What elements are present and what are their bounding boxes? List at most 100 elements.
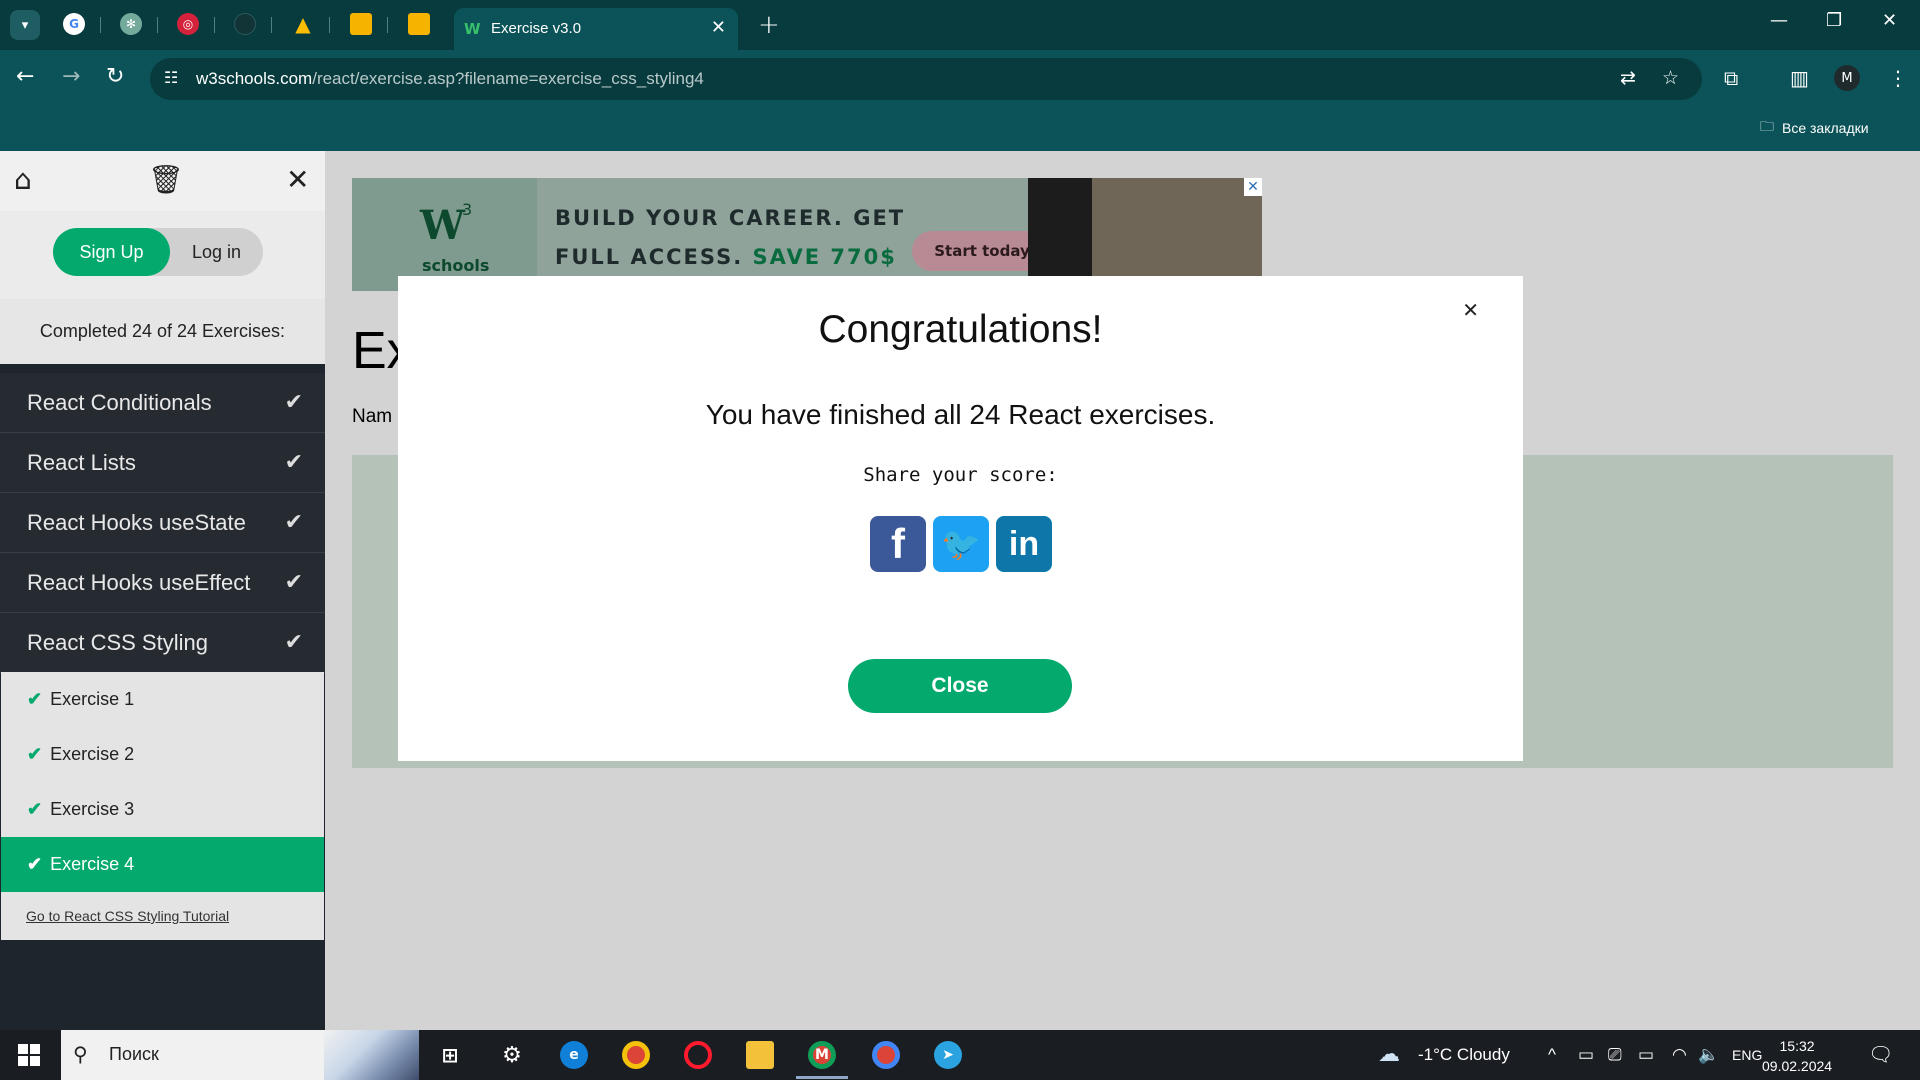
topic-item[interactable]: React Hooks useEffect ✔ (0, 553, 325, 613)
battery-icon[interactable]: ▭ (1638, 1045, 1654, 1065)
topic-item[interactable]: React Conditionals ✔ (0, 373, 325, 433)
tab-separator (271, 17, 272, 33)
tutorial-link[interactable]: Go to React CSS Styling Tutorial (1, 892, 324, 940)
exercise-item-active[interactable]: ✔ Exercise 4 (1, 837, 324, 892)
google-tab-icon[interactable]: G (63, 13, 85, 35)
w3schools-logo-superscript: 3 (462, 200, 473, 219)
minimize-icon[interactable]: — (1770, 10, 1788, 31)
modal-close-button[interactable]: Close (848, 659, 1072, 713)
exercise-label: Exercise 4 (50, 854, 135, 874)
checkmark-icon: ✔ (284, 509, 303, 534)
congratulations-modal: ✕ Congratulations! You have finished all… (398, 276, 1523, 761)
twitter-icon[interactable]: 🐦 (933, 516, 989, 572)
signup-button[interactable]: Sign Up (53, 228, 170, 276)
red-site-tab-icon[interactable]: ◎ (177, 13, 199, 35)
exercise-label: Exercise 1 (50, 689, 135, 709)
site-info-icon[interactable]: ☷ (164, 68, 178, 87)
bookmark-star-icon[interactable]: ☆ (1662, 67, 1679, 89)
clock-date: 09.02.2024 (1762, 1058, 1833, 1074)
wifi-icon[interactable]: ◠ (1672, 1045, 1687, 1065)
side-panel-icon[interactable]: ▥ (1790, 66, 1809, 90)
url-path: /react/exercise.asp?filename=exercise_cs… (312, 69, 704, 88)
exercise-list: ✔ Exercise 1 ✔ Exercise 2 ✔ Exercise 3 ✔ Exe… (1, 672, 324, 940)
kebab-menu-icon[interactable]: ⋮ (1888, 66, 1908, 90)
reload-icon[interactable]: ↻ (106, 64, 124, 89)
google-slides-tab-icon[interactable] (408, 13, 430, 35)
exercise-item[interactable]: ✔ Exercise 1 (1, 672, 324, 727)
tab-separator (214, 17, 215, 33)
github-tab-icon[interactable] (234, 13, 256, 35)
profile-avatar[interactable]: M (1834, 65, 1860, 91)
active-app-indicator (796, 1076, 848, 1079)
exercise-item[interactable]: ✔ Exercise 3 (1, 782, 324, 837)
tab-search-icon[interactable]: ▾ (10, 10, 40, 40)
chatgpt-tab-icon[interactable]: ✻ (120, 13, 142, 35)
translate-icon[interactable]: ⇄ (1620, 67, 1636, 89)
volume-icon[interactable]: 🔈 (1698, 1045, 1719, 1065)
clock[interactable]: 15:32 09.02.2024 (1762, 1036, 1832, 1076)
extensions-icon[interactable]: ⧉ (1724, 66, 1738, 90)
completed-count: Completed 24 of 24 Exercises: (0, 299, 325, 364)
ad-headline-line1: BUILD YOUR CAREER. GET (555, 206, 906, 230)
sidebar-top-bar: ⌂ 🗑 ✕ (0, 151, 325, 211)
weather-text[interactable]: -1°C Cloudy (1418, 1045, 1510, 1065)
windows-start-icon[interactable] (18, 1044, 40, 1066)
chrome-profile-icon[interactable]: M (808, 1041, 836, 1069)
search-placeholder: Поиск (109, 1044, 159, 1064)
ad-banner[interactable]: W 3 schools BUILD YOUR CAREER. GET FULL … (352, 178, 1262, 291)
new-tab-plus-icon[interactable]: + (758, 10, 780, 40)
trash-icon[interactable]: 🗑 (148, 163, 184, 196)
tray-chevron-icon[interactable]: ^ (1548, 1045, 1556, 1065)
meet-now-icon[interactable]: ▭ (1578, 1045, 1594, 1065)
chrome-icon[interactable] (622, 1041, 650, 1069)
facebook-icon[interactable]: f (870, 516, 926, 572)
forward-arrow-icon[interactable]: → (62, 64, 80, 89)
windows-taskbar: ⚲ Поиск ⊞ ⚙ e M ➤ ☁ -1°C Cloudy ^ ▭ ⎚ ▭ … (0, 1030, 1920, 1080)
browser-toolbar: ← → ↻ ☷ w3schools.com/react/exercise.asp… (0, 50, 1920, 158)
home-icon[interactable]: ⌂ (14, 163, 32, 196)
task-view-icon[interactable]: ⊞ (436, 1041, 464, 1069)
weather-cloud-icon[interactable]: ☁ (1378, 1041, 1400, 1067)
search-highlight-image (324, 1030, 419, 1080)
url-text[interactable]: w3schools.com/react/exercise.asp?filenam… (196, 69, 704, 89)
notifications-icon[interactable]: 🗨 (1868, 1042, 1893, 1067)
exercise-name-label: Nam (352, 406, 393, 427)
restore-icon[interactable]: ❐ (1826, 10, 1842, 31)
topic-item[interactable]: React CSS Styling ✔ (0, 613, 325, 673)
login-button[interactable]: Log in (170, 228, 263, 276)
address-bar[interactable]: ☷ w3schools.com/react/exercise.asp?filen… (150, 58, 1702, 100)
linkedin-icon[interactable]: in (996, 516, 1052, 572)
topic-label: React Lists (27, 449, 136, 475)
topic-label: React Conditionals (27, 389, 212, 415)
language-indicator[interactable]: ENG (1732, 1047, 1762, 1063)
window-close-icon[interactable]: ✕ (1882, 10, 1897, 31)
tab-separator (329, 17, 330, 33)
google-slides-tab-icon[interactable] (350, 13, 372, 35)
topic-item[interactable]: React Lists ✔ (0, 433, 325, 493)
close-icon[interactable]: ✕ (286, 163, 309, 196)
file-explorer-icon[interactable] (746, 1041, 774, 1069)
google-drive-tab-icon[interactable]: ▲ (292, 12, 314, 36)
display-icon[interactable]: ⎚ (1608, 1045, 1622, 1065)
ad-logo-area: W 3 schools (352, 178, 537, 291)
opera-icon[interactable] (684, 1041, 712, 1069)
settings-gear-icon[interactable]: ⚙ (498, 1041, 526, 1069)
tab-close-icon[interactable]: ✕ (711, 17, 726, 38)
share-buttons: f 🐦 in (870, 516, 1052, 572)
ad-close-icon[interactable]: ✕ (1244, 178, 1262, 196)
exercise-item[interactable]: ✔ Exercise 2 (1, 727, 324, 782)
active-tab[interactable]: W Exercise v3.0 ✕ (454, 8, 738, 50)
exercise-label: Exercise 2 (50, 744, 135, 764)
topic-label: React CSS Styling (27, 629, 208, 655)
edge-icon[interactable]: e (560, 1041, 588, 1069)
checkmark-icon: ✔ (284, 449, 303, 474)
check-icon: ✔ (27, 854, 43, 874)
chrome-icon[interactable] (872, 1041, 900, 1069)
active-tab-title: Exercise v3.0 (491, 20, 582, 37)
back-arrow-icon[interactable]: ← (16, 64, 34, 89)
all-bookmarks-button[interactable]: 🗀 Все закладки (1760, 116, 1869, 140)
taskbar-search[interactable]: ⚲ Поиск (61, 1030, 419, 1080)
ad-photo-people (1092, 178, 1262, 291)
topic-item[interactable]: React Hooks useState ✔ (0, 493, 325, 553)
telegram-icon[interactable]: ➤ (934, 1041, 962, 1069)
